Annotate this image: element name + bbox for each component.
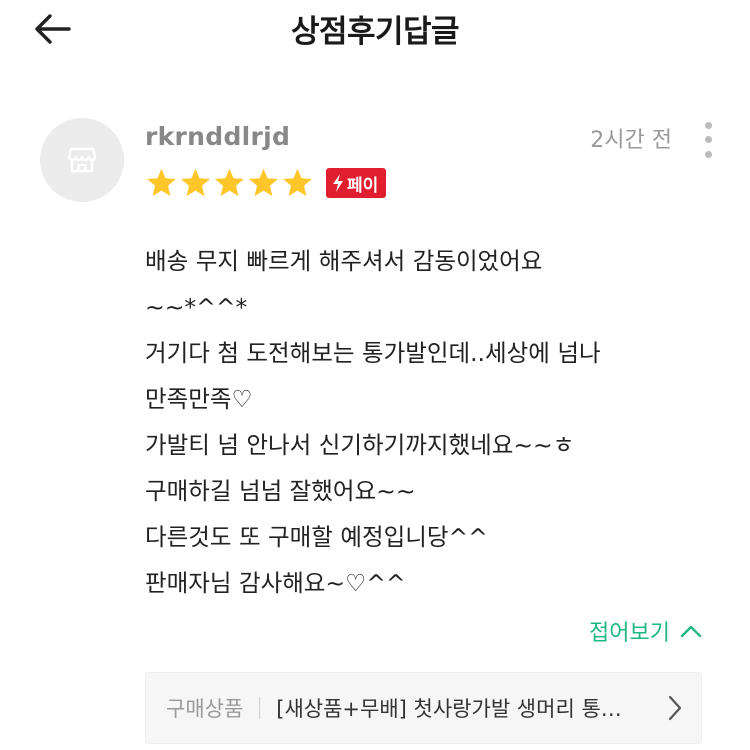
reviewer-name[interactable]: rkrnddlrjd: [145, 122, 290, 151]
more-vertical-icon: [704, 121, 712, 129]
shop-icon: [67, 147, 97, 173]
star-icon: [283, 168, 312, 197]
pay-badge: 페이: [326, 168, 387, 198]
divider: [259, 697, 261, 719]
chevron-up-icon: [680, 625, 702, 638]
review-line: 판매자님 감사해요~♡^^: [145, 569, 406, 597]
pay-badge-label: 페이: [347, 175, 379, 196]
avatar[interactable]: [40, 118, 124, 202]
rating-stars: [145, 167, 314, 199]
review-line: 가발티 넘 안나서 신기하기까지했네요~~ㅎ: [145, 431, 575, 459]
header-bar: 상점후기답글: [0, 0, 750, 58]
review-line: 배송 무지 빠르게 해주셔서 감동이었어요: [145, 247, 543, 275]
chevron-right-icon: [668, 695, 682, 721]
review-line: 만족만족♡: [145, 385, 253, 413]
purchased-product-bar[interactable]: 구매상품 [새상품+무배] 첫사랑가발 생머리 통가발: [145, 672, 702, 744]
review-line: ~~*^^*: [145, 293, 248, 321]
star-icon: [215, 168, 244, 197]
more-options-button[interactable]: [696, 118, 720, 162]
fold-button[interactable]: 접어보기: [589, 615, 702, 647]
lightning-icon: [333, 174, 343, 192]
review-text: 배송 무지 빠르게 해주셔서 감동이었어요 ~~*^^* 거기다 첨 도전해보는…: [145, 238, 715, 606]
review-line: 구매하길 넘넘 잘했어요~~: [145, 477, 416, 505]
product-name: [새상품+무배] 첫사랑가발 생머리 통가발: [276, 697, 637, 721]
review-line: 다른것도 또 구매할 예정입니당^^: [145, 523, 488, 551]
product-label: 구매상품: [166, 697, 244, 721]
fold-label: 접어보기: [589, 621, 670, 646]
star-icon: [249, 168, 278, 197]
review-line: 거기다 첨 도전해보는 통가발인데..세상에 넘나: [145, 339, 601, 367]
star-icon: [147, 168, 176, 197]
page-title: 상점후기답글: [290, 14, 460, 50]
review-time: 2시간 전: [590, 128, 672, 153]
star-icon: [181, 168, 210, 197]
